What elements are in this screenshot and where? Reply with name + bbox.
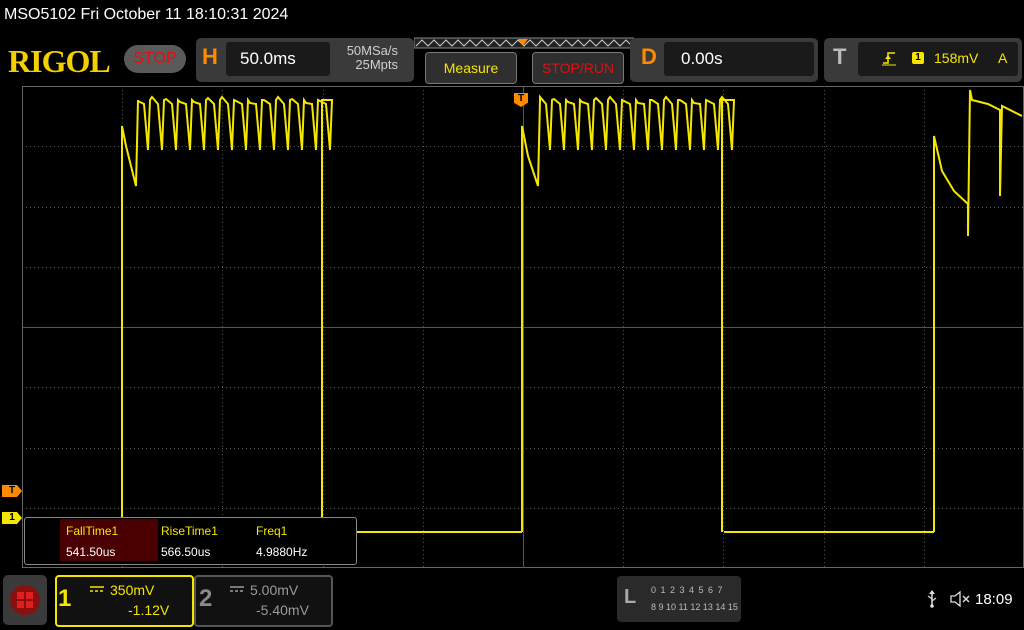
trigger-label: T [833, 44, 847, 69]
sample-rate: 50MSa/s [346, 43, 398, 58]
measurement-value: 566.50us [161, 545, 211, 559]
timebase-value: 50.0ms [240, 49, 296, 68]
channel2-offset: -5.40mV [256, 602, 309, 618]
run-status-badge[interactable]: STOP [124, 45, 186, 73]
memory-position-strip[interactable] [414, 37, 634, 49]
measurement-label: Freq1 [256, 524, 288, 538]
horizontal-label: H [202, 44, 218, 69]
channel2-number: 2 [199, 585, 213, 612]
measurement-value: 4.9880Hz [256, 545, 308, 559]
memory-depth: 25Mpts [355, 57, 398, 72]
channel2-scale: 5.00mV [250, 582, 299, 598]
rising-edge-icon [882, 52, 896, 66]
menu-grid-icon [10, 585, 40, 615]
dc-coupling-icon [230, 586, 244, 592]
channel1-number: 1 [58, 585, 72, 612]
channel1-scale: 350mV [110, 582, 155, 598]
device-title: MSO5102 Fri October 11 18:10:31 2024 [4, 6, 289, 23]
trigger-level-marker[interactable]: T [2, 485, 22, 497]
channel1-offset: -1.12V [128, 602, 170, 618]
logic-channels-high: 8 9 10 11 12 13 14 15 [651, 602, 738, 612]
measure-button[interactable]: Measure [425, 52, 517, 84]
usb-icon[interactable] [925, 590, 939, 608]
channel1-trace [24, 89, 1023, 533]
dc-coupling-icon [90, 586, 104, 592]
main-menu-button[interactable] [3, 575, 47, 625]
stop-run-button[interactable]: STOP/RUN [532, 52, 624, 84]
speaker-muted-icon[interactable] [950, 590, 972, 608]
measurement-value: 541.50us [66, 545, 116, 559]
logic-label: L [624, 586, 637, 608]
delay-value: 0.00s [681, 49, 723, 68]
trigger-source-badge: 1 [912, 52, 924, 64]
delay-label: D [641, 44, 657, 69]
rigol-logo: RIGOL [8, 43, 111, 79]
trigger-mode: A [998, 50, 1008, 66]
waveform-display[interactable] [22, 86, 1024, 568]
measurement-label: RiseTime1 [161, 524, 218, 538]
system-clock: 18:09 [975, 591, 1013, 608]
measurement-label: FallTime1 [66, 524, 119, 538]
logic-channels-low: 0 1 2 3 4 5 6 7 [651, 585, 724, 595]
trigger-level: 158mV [934, 50, 979, 66]
channel1-ground-marker[interactable]: 1 [2, 512, 22, 524]
